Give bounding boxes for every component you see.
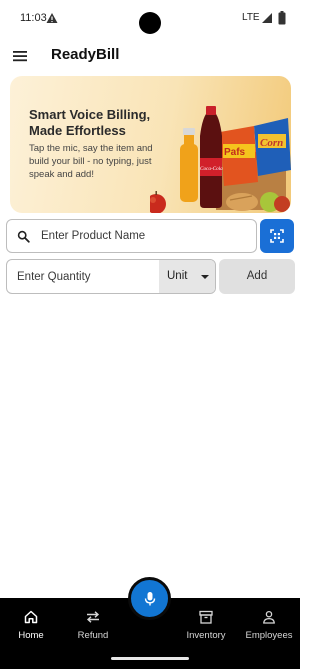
microphone-icon	[144, 592, 156, 606]
chevron-down-icon	[201, 275, 209, 279]
chips-bag-label: Pafs	[224, 147, 246, 158]
unit-dropdown-label: Unit	[167, 270, 188, 282]
nav-label-employees: Employees	[245, 630, 293, 641]
gesture-home-indicator[interactable]	[111, 657, 189, 660]
network-type: LTE	[242, 12, 260, 23]
app-bar: ReadyBill	[0, 38, 300, 74]
search-icon	[17, 230, 30, 243]
menu-icon[interactable]	[12, 48, 28, 64]
camera-cutout	[139, 12, 161, 34]
unit-dropdown[interactable]: Unit	[159, 260, 215, 293]
person-icon	[263, 610, 275, 624]
product-search-input[interactable]	[41, 227, 246, 245]
soda-label: Coca-Cola	[200, 166, 223, 172]
quantity-input[interactable]	[17, 268, 157, 286]
signal-icon	[262, 13, 272, 23]
nav-item-inventory[interactable]: Inventory	[176, 610, 236, 644]
barcode-scan-icon	[270, 229, 284, 243]
nav-label-home: Home	[18, 630, 44, 641]
promo-banner: Smart Voice Billing, Made Effortless Tap…	[10, 76, 291, 213]
archive-box-icon	[199, 610, 213, 624]
voice-input-button[interactable]	[128, 577, 171, 620]
product-search-field[interactable]	[6, 219, 257, 253]
barcode-scan-button[interactable]	[260, 219, 294, 253]
quantity-field[interactable]: Unit	[6, 259, 216, 294]
corn-bag-label: Corn	[260, 137, 283, 149]
grocery-products-illustration: Corn Pafs Coca-Cola	[150, 106, 291, 213]
banner-subtitle: Tap the mic, say the item and build your…	[29, 143, 153, 180]
warning-icon	[46, 13, 58, 23]
nav-label-inventory: Inventory	[186, 630, 226, 641]
nav-item-home[interactable]: Home	[1, 610, 61, 644]
nav-item-refund[interactable]: Refund	[63, 610, 123, 644]
nav-item-employees[interactable]: Employees	[239, 610, 299, 644]
battery-icon	[278, 11, 286, 25]
status-bar: 11:03 LTE	[0, 0, 300, 36]
status-time: 11:03	[20, 12, 47, 24]
nav-label-refund: Refund	[77, 630, 109, 641]
add-item-button[interactable]: Add	[219, 259, 295, 294]
app-title: ReadyBill	[51, 46, 120, 63]
swap-arrows-icon	[86, 611, 100, 623]
home-icon	[24, 610, 38, 624]
